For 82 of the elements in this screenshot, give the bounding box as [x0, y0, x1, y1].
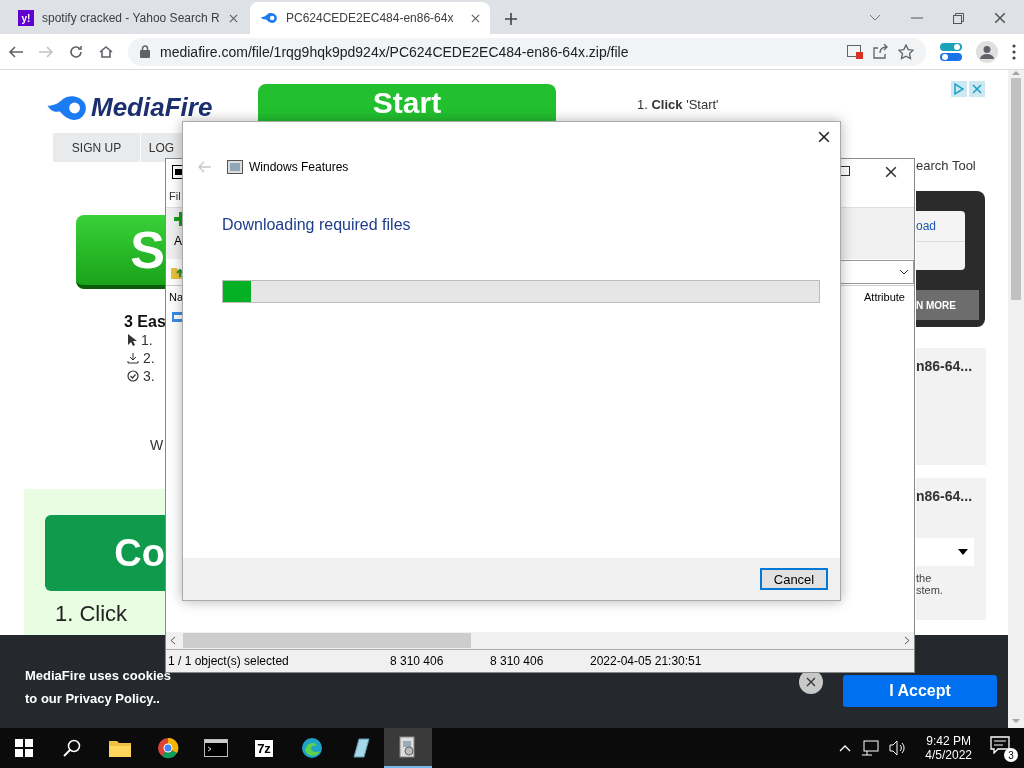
scroll-thumb[interactable] [1011, 78, 1021, 300]
volume-icon[interactable] [889, 740, 908, 756]
check-circle-icon [127, 370, 139, 382]
new-tab-icon[interactable] [504, 12, 518, 26]
card-text: the [916, 572, 933, 584]
cursor-icon [127, 334, 137, 346]
status-text: 8 310 406 [489, 654, 545, 668]
tab-close-icon[interactable] [471, 13, 480, 23]
close-icon[interactable] [818, 131, 830, 143]
window-features-icon [227, 159, 243, 175]
menu-icon[interactable] [1012, 43, 1016, 60]
extension-icon[interactable] [940, 42, 962, 61]
scrollbar[interactable] [1008, 70, 1024, 728]
status-text: 2022-04-05 21:30:51 [589, 654, 703, 668]
taskbar-button[interactable] [384, 728, 432, 768]
close-icon[interactable] [885, 166, 897, 178]
star-icon[interactable] [898, 43, 914, 60]
step-number: 2. [143, 350, 155, 366]
scroll-thumb[interactable] [183, 633, 471, 648]
restore-icon[interactable] [953, 12, 964, 24]
nav-button[interactable]: SIGN UP [53, 133, 141, 162]
instruction-text: 1. Click [55, 601, 129, 627]
status-text: 8 310 406 [389, 654, 445, 668]
menu-item[interactable]: Fil [169, 190, 181, 202]
step-number: 3. [143, 368, 155, 384]
cancel-button[interactable]: Cancel [760, 568, 828, 590]
browser-tab[interactable]: PC624CEDE2EC484-en86-64x [250, 2, 490, 34]
column-header[interactable]: Na [169, 291, 184, 303]
chevron-down-icon[interactable] [869, 14, 881, 22]
file-name: n86-64... [916, 488, 974, 504]
folder-icon [108, 738, 132, 758]
nav-button[interactable]: LOG [141, 133, 183, 162]
download-icon [127, 352, 139, 364]
learn-more-button[interactable]: N MORE [916, 290, 979, 320]
note-text: W [150, 437, 165, 453]
option-label: earch Tool [916, 158, 977, 173]
tab-title: PC624CEDE2EC484-en86-64x [286, 11, 455, 25]
dialog-title: Windows Features [249, 160, 349, 174]
terminal-icon [204, 739, 228, 757]
reload-icon[interactable] [68, 43, 84, 60]
card-text: stem. [916, 584, 944, 596]
yahoo-favicon: y! [18, 10, 34, 26]
tab-title: spotify cracked - Yahoo Search R [42, 11, 221, 25]
scroll-right-icon[interactable] [904, 636, 910, 645]
instruction-text: 1. Click 'Start' [637, 97, 719, 112]
chrome-icon [157, 737, 179, 759]
flame-logo-icon [45, 94, 89, 121]
taskbar-button[interactable]: 7z [240, 728, 288, 768]
edge-icon [301, 737, 323, 759]
steps-heading: 3 Eas [124, 313, 166, 331]
network-icon[interactable] [861, 740, 880, 756]
dialog-heading: Downloading required files [222, 216, 412, 234]
ad-link[interactable]: oad [916, 211, 965, 242]
status-text: 1 / 1 object(s) selected [167, 654, 290, 668]
chevron-up-icon[interactable] [839, 744, 852, 752]
flame-favicon [260, 12, 278, 24]
dropdown-caret-icon [958, 549, 968, 555]
tab-close-icon[interactable] [229, 13, 238, 23]
cookie-text: MediaFire uses cookies [25, 667, 172, 683]
chevron-down-icon [899, 269, 909, 275]
blocked-popup-icon[interactable] [847, 44, 863, 59]
continue-button[interactable]: Co [45, 515, 165, 591]
notification-count: 3 [1004, 748, 1018, 762]
home-icon[interactable] [98, 43, 114, 60]
back-arrow-icon[interactable] [8, 43, 24, 60]
close-icon[interactable] [806, 676, 816, 687]
file-name: n86-64... [916, 358, 974, 374]
sevenzip-icon: 7z [254, 738, 274, 758]
accept-button[interactable]: I Accept [843, 675, 997, 707]
site-logo: MediaFire [91, 92, 213, 123]
windows-logo-icon [15, 739, 33, 757]
search-icon [63, 739, 81, 757]
step-number: 1. [141, 332, 153, 348]
clock[interactable]: 9:42 PM 4/5/2022 [925, 734, 972, 762]
cookie-text: to our Privacy Policy.. [25, 690, 161, 706]
address-bar[interactable]: mediafire.com/file/1rqg9hqk9pd924x/PC624CEDE2EC484-en86-64x.zip/file [128, 37, 926, 66]
scroll-left-icon[interactable] [170, 636, 176, 645]
share-icon[interactable] [873, 44, 888, 59]
column-header[interactable]: Attribute [864, 291, 914, 303]
lock-icon [140, 45, 150, 58]
profile-avatar-icon[interactable] [976, 40, 998, 63]
message-icon [990, 736, 1010, 754]
